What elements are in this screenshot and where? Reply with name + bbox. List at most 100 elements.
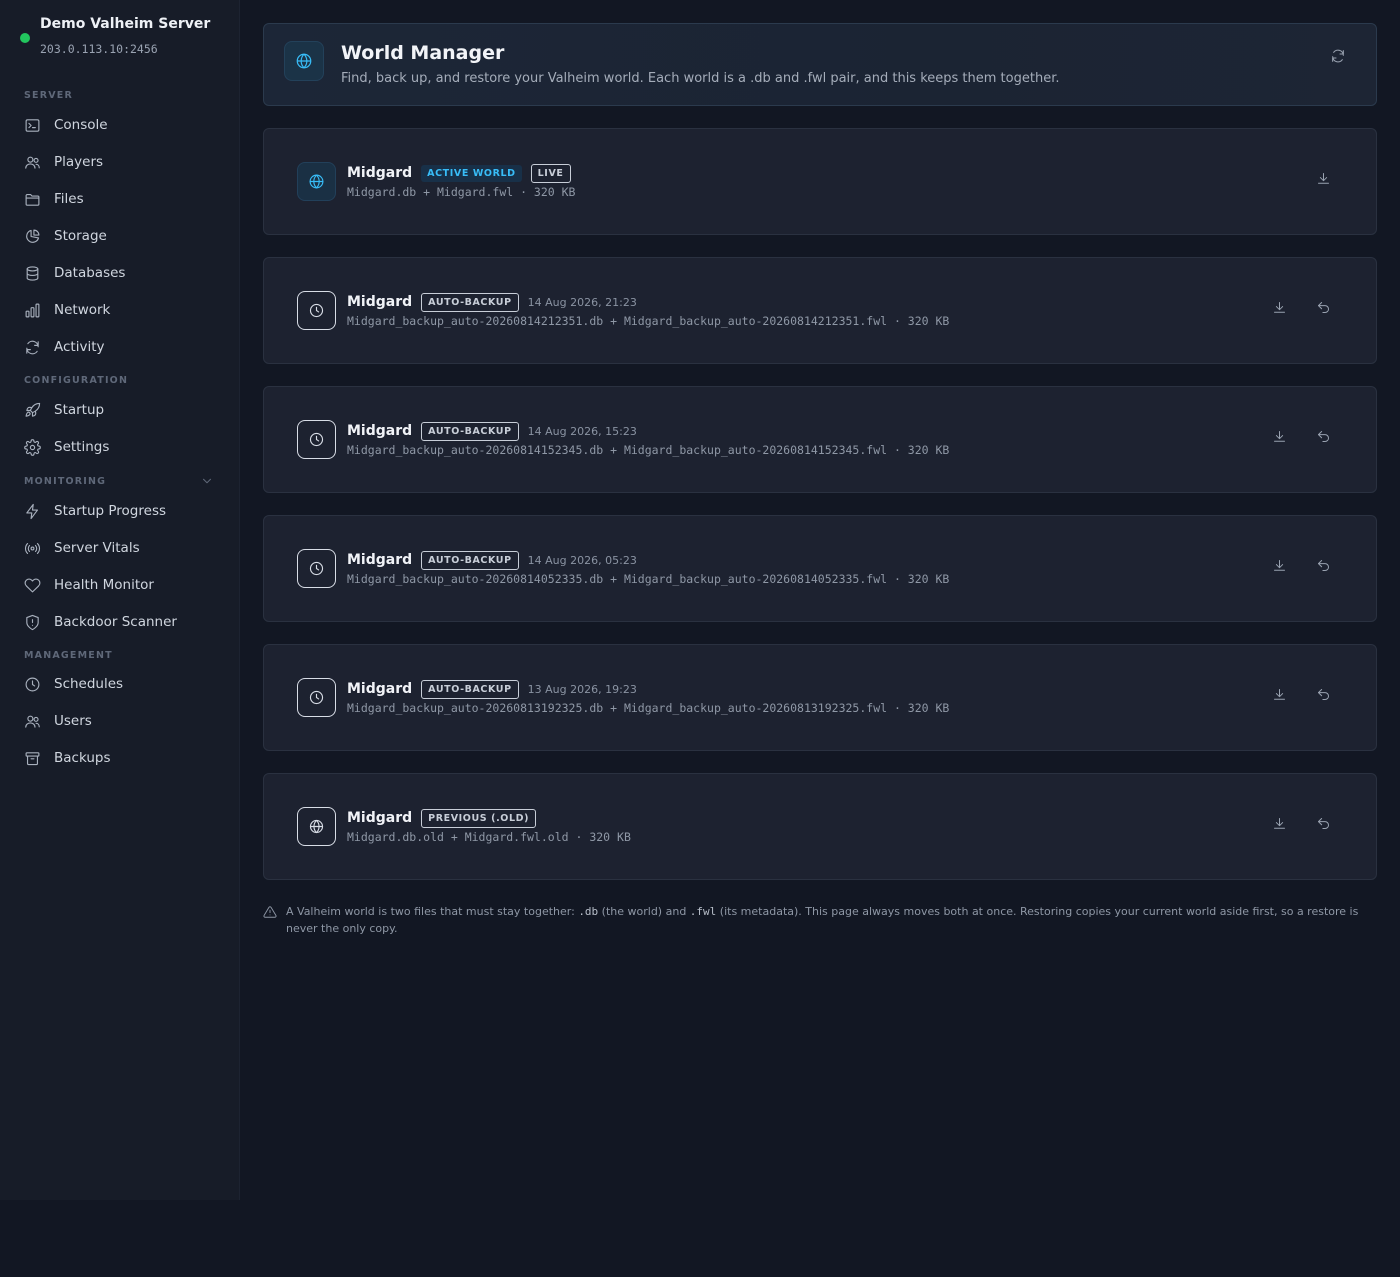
globe-icon xyxy=(284,41,324,81)
download-button[interactable] xyxy=(1268,296,1290,318)
sidebar-item-players[interactable]: Players xyxy=(24,150,103,174)
chevron-down-icon[interactable] xyxy=(200,473,216,489)
sidebar-item-label: Storage xyxy=(54,228,107,244)
sidebar-item-label: Databases xyxy=(54,265,126,281)
auto-backup-badge: AUTO-BACKUP xyxy=(421,421,519,441)
backup-date: 14 Aug 2026, 15:23 xyxy=(527,424,637,438)
sidebar-item-label: Activity xyxy=(54,339,105,355)
world-card-previous: Midgard PREVIOUS (.OLD) Midgard.db.old +… xyxy=(263,773,1377,880)
download-button[interactable] xyxy=(1268,554,1290,576)
sidebar-item-databases[interactable]: Databases xyxy=(24,261,125,285)
section-title-server: SERVER xyxy=(24,90,74,101)
refresh-icon xyxy=(1330,48,1346,64)
main-content: World Manager Find, back up, and restore… xyxy=(240,0,1400,1277)
sidebar-item-label: Backups xyxy=(54,750,111,766)
download-icon xyxy=(1316,171,1331,186)
server-name: Demo Valheim Server xyxy=(40,16,211,32)
download-icon xyxy=(1272,429,1287,444)
sidebar-item-console[interactable]: Console xyxy=(24,113,108,137)
refresh-icon xyxy=(24,339,41,356)
world-files: Midgard.db + Midgard.fwl · 320 KB xyxy=(347,185,576,199)
sidebar-item-activity[interactable]: Activity xyxy=(24,335,105,359)
folder-icon xyxy=(24,191,41,208)
sidebar-item-startup-progress[interactable]: Startup Progress xyxy=(24,499,166,523)
world-files: Midgard.db.old + Midgard.fwl.old · 320 K… xyxy=(347,830,631,844)
database-icon xyxy=(24,265,41,282)
auto-backup-badge: AUTO-BACKUP xyxy=(421,679,519,699)
section-title-configuration: CONFIGURATION xyxy=(24,375,129,386)
world-files: Midgard_backup_auto-20260814152345.db + … xyxy=(347,443,950,457)
globe-icon xyxy=(297,807,336,846)
undo-icon xyxy=(1316,816,1331,831)
world-card-backup: Midgard AUTO-BACKUP 13 Aug 2026, 19:23 M… xyxy=(263,644,1377,751)
world-name: Midgard xyxy=(347,423,413,439)
world-files: Midgard_backup_auto-20260813192325.db + … xyxy=(347,701,950,715)
download-icon xyxy=(1272,558,1287,573)
auto-backup-badge: AUTO-BACKUP xyxy=(421,292,519,312)
previous-old-badge: PREVIOUS (.OLD) xyxy=(421,808,537,828)
world-card-active: Midgard ACTIVE WORLD LIVE Midgard.db + M… xyxy=(263,128,1377,235)
fwl-code: .fwl xyxy=(689,905,717,918)
heart-icon xyxy=(24,577,41,594)
download-icon xyxy=(1272,687,1287,702)
page-subtitle: Find, back up, and restore your Valheim … xyxy=(341,71,1060,86)
backup-date: 13 Aug 2026, 19:23 xyxy=(527,682,637,696)
sidebar-item-startup[interactable]: Startup xyxy=(24,398,104,422)
restore-button[interactable] xyxy=(1312,812,1334,834)
footnote-text: A Valheim world is two files that must s… xyxy=(286,905,1359,935)
server-address: 203.0.113.10:2456 xyxy=(40,42,158,56)
world-name: Midgard xyxy=(347,681,413,697)
sidebar-item-label: Console xyxy=(54,117,108,133)
undo-icon xyxy=(1316,300,1331,315)
restore-button[interactable] xyxy=(1312,425,1334,447)
refresh-button[interactable] xyxy=(1328,46,1348,66)
clock-icon xyxy=(297,291,336,330)
world-name: Midgard xyxy=(347,165,413,181)
bar-chart-icon xyxy=(24,302,41,319)
sidebar-item-backups[interactable]: Backups xyxy=(24,746,111,770)
restore-button[interactable] xyxy=(1312,296,1334,318)
live-badge: LIVE xyxy=(530,163,571,183)
sidebar-item-server-vitals[interactable]: Server Vitals xyxy=(24,536,140,560)
backup-date: 14 Aug 2026, 21:23 xyxy=(527,295,637,309)
archive-icon xyxy=(24,750,41,767)
sidebar-item-label: Health Monitor xyxy=(54,577,154,593)
users-icon xyxy=(24,713,41,730)
terminal-icon xyxy=(24,117,41,134)
clock-icon xyxy=(297,678,336,717)
world-card-backup: Midgard AUTO-BACKUP 14 Aug 2026, 21:23 M… xyxy=(263,257,1377,364)
world-name: Midgard xyxy=(347,552,413,568)
sidebar-item-backdoor-scanner[interactable]: Backdoor Scanner xyxy=(24,610,177,634)
sidebar-item-label: Files xyxy=(54,191,84,207)
sidebar-item-schedules[interactable]: Schedules xyxy=(24,672,123,696)
sidebar-item-settings[interactable]: Settings xyxy=(24,435,109,459)
bolt-icon xyxy=(24,503,41,520)
download-button[interactable] xyxy=(1268,425,1290,447)
clock-icon xyxy=(297,549,336,588)
sidebar-item-files[interactable]: Files xyxy=(24,187,84,211)
undo-icon xyxy=(1316,558,1331,573)
gear-icon xyxy=(24,438,41,456)
section-title-management: MANAGEMENT xyxy=(24,650,113,661)
sidebar-item-label: Startup xyxy=(54,402,105,418)
section-title-monitoring: MONITORING xyxy=(24,476,107,487)
sidebar-item-users[interactable]: Users xyxy=(24,709,92,733)
restore-button[interactable] xyxy=(1312,554,1334,576)
sidebar-item-label: Schedules xyxy=(54,676,124,692)
clock-icon xyxy=(24,676,41,693)
undo-icon xyxy=(1316,429,1331,444)
undo-icon xyxy=(1316,687,1331,702)
footnote: A Valheim world is two files that must s… xyxy=(263,903,1383,937)
sidebar-item-network[interactable]: Network xyxy=(24,298,110,322)
restore-button[interactable] xyxy=(1312,683,1334,705)
download-icon xyxy=(1272,816,1287,831)
rocket-icon xyxy=(24,402,41,419)
download-button[interactable] xyxy=(1268,812,1290,834)
sidebar-item-storage[interactable]: Storage xyxy=(24,224,107,248)
sidebar-item-health-monitor[interactable]: Health Monitor xyxy=(24,573,154,597)
clock-icon xyxy=(297,420,336,459)
world-name: Midgard xyxy=(347,294,413,310)
download-button[interactable] xyxy=(1312,167,1334,189)
sidebar-item-label: Server Vitals xyxy=(54,540,140,556)
download-button[interactable] xyxy=(1268,683,1290,705)
